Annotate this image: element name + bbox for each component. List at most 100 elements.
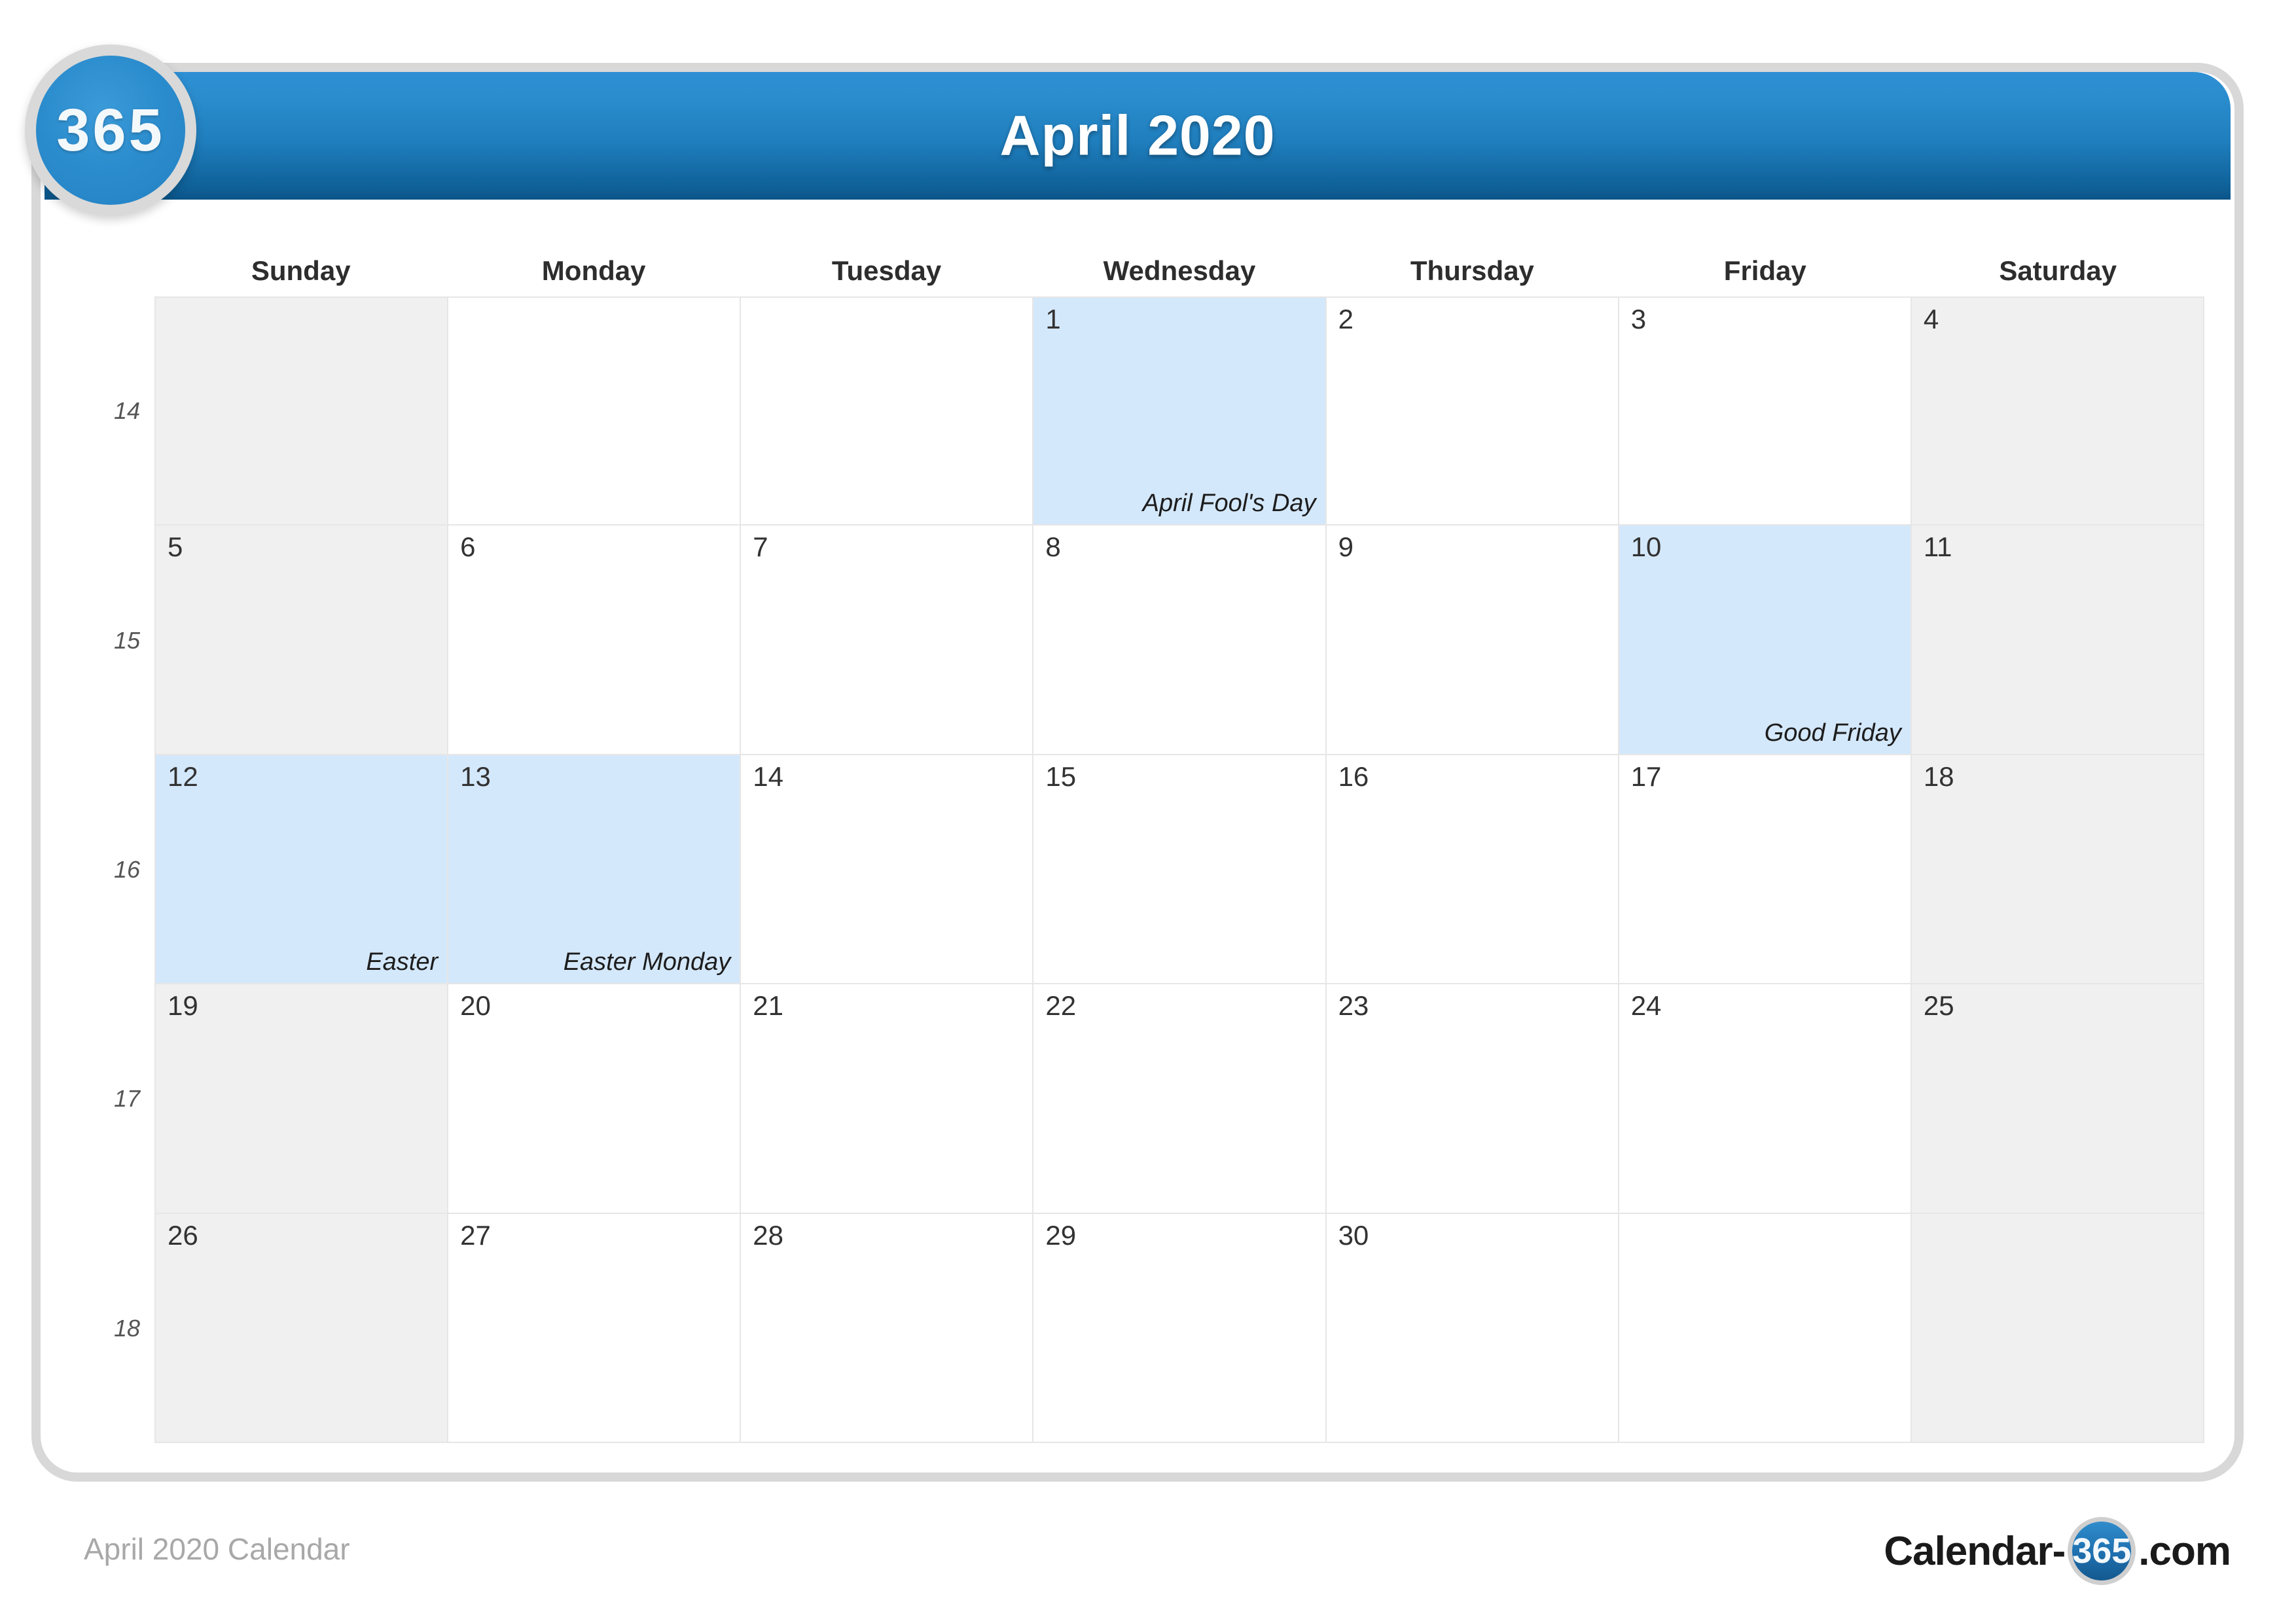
- logo-circle-inner: 365: [2072, 1522, 2131, 1580]
- week-number: 16: [113, 855, 140, 883]
- day-number: 30: [1338, 1219, 1369, 1251]
- day-number: 2: [1338, 304, 1354, 334]
- day-number: 10: [1630, 531, 1662, 563]
- day-cell[interactable]: 1 April Fool's Day: [1033, 296, 1327, 526]
- day-cell[interactable]: 4: [1911, 296, 2204, 526]
- weekday-header-thursday: Thursday: [1410, 255, 1534, 286]
- day-number: 20: [460, 990, 491, 1022]
- week-row: 15 5 6 7 8 9 10 Good Friday 11: [114, 526, 2204, 755]
- holiday-label: Easter: [366, 948, 439, 976]
- day-number: 29: [1045, 1219, 1077, 1251]
- day-number: 7: [753, 531, 768, 563]
- day-cell-empty: [741, 296, 1034, 526]
- weekday-header-row: Sunday Monday Tuesday Wednesday Thursday Frid…: [154, 245, 2204, 296]
- brand-badge-365: 365: [25, 45, 196, 216]
- day-cell[interactable]: 20: [448, 984, 742, 1214]
- day-cell[interactable]: 8: [1033, 526, 1327, 755]
- logo-circle-icon: 365: [2068, 1517, 2136, 1585]
- day-cell[interactable]: 2: [1326, 296, 1619, 526]
- day-cell[interactable]: 17: [1619, 755, 1912, 985]
- day-cell[interactable]: 18: [1911, 755, 2204, 985]
- day-cell[interactable]: 29: [1033, 1213, 1327, 1443]
- day-number: 5: [168, 531, 183, 563]
- day-number: 8: [1045, 531, 1061, 563]
- day-cell[interactable]: 27: [448, 1213, 742, 1443]
- day-cell[interactable]: 13 Easter Monday: [448, 755, 742, 985]
- weekday-header-monday: Monday: [541, 255, 646, 286]
- weekday-header-saturday: Saturday: [1999, 255, 2117, 286]
- day-cell[interactable]: 6: [448, 526, 742, 755]
- brand-badge-inner: 365: [36, 56, 185, 205]
- day-cell[interactable]: 26: [154, 1213, 449, 1443]
- holiday-label: April Fool's Day: [1142, 490, 1316, 518]
- day-number: 23: [1338, 990, 1369, 1022]
- week-number: 17: [113, 1085, 140, 1113]
- brand-badge-label: 365: [56, 96, 165, 164]
- day-number: 9: [1338, 531, 1354, 563]
- day-number: 4: [1923, 304, 1939, 334]
- day-cell[interactable]: 5: [154, 526, 449, 755]
- logo-text-suffix: .com: [2138, 1528, 2231, 1574]
- week-row: 16 12 Easter 13 Easter Monday 14 15 16 17 18: [114, 755, 2204, 985]
- day-cell[interactable]: 23: [1326, 984, 1619, 1214]
- day-number: 19: [168, 990, 198, 1022]
- day-cell-empty: [1911, 1213, 2204, 1443]
- day-number: 15: [1045, 760, 1077, 792]
- day-number: 16: [1338, 760, 1369, 792]
- day-number: 14: [753, 760, 783, 792]
- day-cell[interactable]: 14: [741, 755, 1034, 985]
- week-number: 14: [113, 397, 140, 425]
- weekday-header-friday: Friday: [1723, 255, 1806, 286]
- day-cell[interactable]: 12 Easter: [154, 755, 449, 985]
- day-cell[interactable]: 30: [1326, 1213, 1619, 1443]
- day-number: 28: [753, 1219, 783, 1251]
- footer-caption: April 2020 Calendar: [84, 1532, 350, 1566]
- day-cell-empty: [154, 296, 449, 526]
- day-cell[interactable]: 21: [741, 984, 1034, 1214]
- day-cell-empty: [1619, 1213, 1912, 1443]
- day-number: 26: [168, 1219, 198, 1251]
- weekday-header-wednesday: Wednesday: [1103, 255, 1256, 286]
- logo-text-prefix: Calendar-: [1884, 1528, 2066, 1574]
- day-cell[interactable]: 28: [741, 1213, 1034, 1443]
- day-number: 3: [1630, 304, 1647, 334]
- day-cell[interactable]: 16: [1326, 755, 1619, 985]
- week-number: 15: [113, 626, 140, 654]
- day-cell[interactable]: 9: [1326, 526, 1619, 755]
- day-number: 25: [1923, 990, 1954, 1022]
- day-number: 24: [1630, 990, 1662, 1022]
- logo-circle-label: 365: [2072, 1531, 2132, 1571]
- weekday-header-sunday: Sunday: [251, 255, 351, 286]
- calendar-header-bar: April 2020: [45, 72, 2231, 200]
- day-number: 1: [1045, 304, 1061, 334]
- day-cell[interactable]: 10 Good Friday: [1619, 526, 1912, 755]
- day-cell[interactable]: 22: [1033, 984, 1327, 1214]
- day-cell[interactable]: 25: [1911, 984, 2204, 1214]
- day-cell[interactable]: 24: [1619, 984, 1912, 1214]
- day-number: 12: [168, 760, 198, 792]
- holiday-label: Easter Monday: [563, 948, 731, 976]
- day-number: 11: [1923, 531, 1952, 563]
- week-row: 17 19 20 21 22 23 24 25: [114, 984, 2204, 1214]
- day-cell[interactable]: 19: [154, 984, 449, 1214]
- calendar365-logo[interactable]: Calendar- 365 .com: [1884, 1517, 2231, 1585]
- holiday-label: Good Friday: [1764, 719, 1901, 747]
- week-row: 14 1 April Fool's Day 2 3 4: [114, 296, 2204, 526]
- day-cell[interactable]: 3: [1619, 296, 1912, 526]
- day-number: 6: [460, 531, 476, 563]
- day-cell-empty: [448, 296, 742, 526]
- day-number: 13: [460, 760, 491, 792]
- day-number: 18: [1923, 760, 1954, 792]
- weekday-header-tuesday: Tuesday: [831, 255, 942, 286]
- calendar-grid: 14 1 April Fool's Day 2 3 4 15 5 6 7 8 9 10 Good Frid…: [114, 296, 2204, 1443]
- week-row: 18 26 27 28 29 30: [114, 1213, 2204, 1443]
- day-number: 17: [1630, 760, 1662, 792]
- day-number: 27: [460, 1219, 491, 1251]
- day-number: 22: [1045, 990, 1077, 1022]
- page-title: April 2020: [999, 104, 1276, 167]
- day-cell[interactable]: 15: [1033, 755, 1327, 985]
- day-number: 21: [753, 990, 783, 1022]
- day-cell[interactable]: 11: [1911, 526, 2204, 755]
- week-number: 18: [113, 1314, 140, 1342]
- day-cell[interactable]: 7: [741, 526, 1034, 755]
